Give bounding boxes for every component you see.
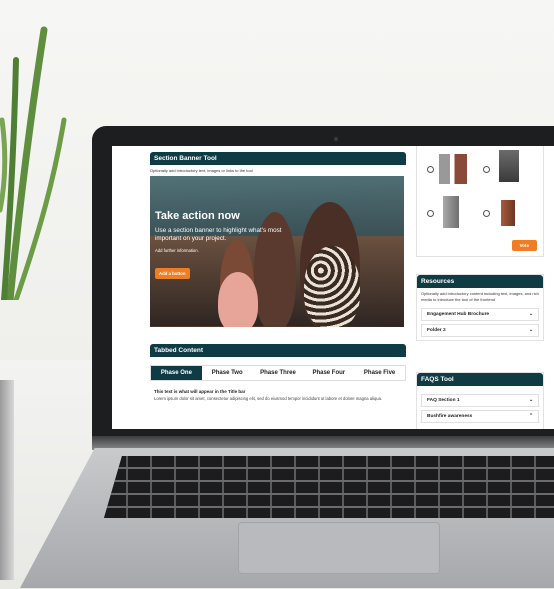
tab-content-title: This text is what will appear in the Tit…: [154, 389, 246, 394]
resources-intro: Optionally add introductory content incl…: [421, 291, 539, 302]
dress-pattern: [304, 246, 360, 327]
section-banner-heading: Section Banner Tool: [150, 152, 406, 165]
keyboard-rows: [104, 456, 554, 518]
left-object: [0, 380, 14, 580]
resources-heading: Resources: [417, 275, 543, 288]
tabbed-heading: Tabbed Content: [150, 344, 406, 357]
shirt-left: [218, 272, 258, 327]
option-radio-4[interactable]: [483, 210, 490, 217]
banner-small-text: Add further information.: [155, 248, 199, 253]
section-banner-panel: Section Banner Tool Optionally add intro…: [150, 152, 406, 327]
vote-button[interactable]: Vote: [511, 240, 537, 251]
chevron-down-icon: ⌄: [528, 311, 533, 317]
faq-item-section-1[interactable]: FAQ Section 1 ⌄: [421, 394, 539, 407]
laptop-hinge: [92, 436, 554, 450]
section-banner-intro: Optionally add introductory text, images…: [150, 168, 253, 173]
resource-item-label: Engagement Hub Brochure: [427, 311, 490, 317]
option-radio-2[interactable]: [483, 166, 490, 173]
banner-title: Take action now: [155, 210, 240, 222]
tab-phase-four[interactable]: Phase Four: [303, 366, 354, 380]
tab-phase-two[interactable]: Phase Two: [202, 366, 253, 380]
faqs-heading: FAQS Tool: [417, 373, 543, 386]
scene: Section Banner Tool Optionally add intro…: [0, 0, 554, 589]
bin-image-1: [439, 154, 467, 184]
voting-panel: Vote: [416, 146, 544, 257]
chevron-down-icon: ⌄: [528, 327, 533, 333]
laptop-screen: Section Banner Tool Optionally add intro…: [112, 146, 554, 429]
tab-phase-three[interactable]: Phase Three: [253, 366, 304, 380]
camera-icon: [334, 137, 338, 141]
banner-image: Take action now Use a section banner to …: [150, 176, 404, 327]
faqs-panel: FAQS Tool FAQ Section 1 ⌄ Bushfire aware…: [416, 372, 544, 429]
trackpad: [238, 522, 440, 574]
chevron-up-icon: ⌃: [528, 414, 533, 419]
bin-image-3: [443, 196, 459, 228]
plant-leaves: [0, 26, 67, 300]
resource-item-folder[interactable]: Folder 2 ⌄: [421, 323, 539, 337]
faq-item-label: FAQ Section 1: [427, 398, 460, 403]
resource-item-label: Folder 2: [427, 327, 446, 333]
banner-text: Use a section banner to highlight what's…: [155, 227, 282, 243]
resources-panel: Resources Optionally add introductory co…: [416, 274, 544, 341]
faq-item-label: Bushfire awareness: [427, 414, 473, 419]
tabbed-content-panel: Tabbed Content Phase One Phase Two Phase…: [150, 344, 406, 402]
tab-bar: Phase One Phase Two Phase Three Phase Fo…: [150, 365, 406, 381]
banner-button[interactable]: Add a button: [155, 268, 190, 279]
option-radio-3[interactable]: [427, 210, 434, 217]
faq-item-bushfire[interactable]: Bushfire awareness ⌃: [421, 410, 539, 423]
option-radio-1[interactable]: [427, 166, 434, 173]
tab-phase-one[interactable]: Phase One: [151, 366, 202, 380]
resource-item-brochure[interactable]: Engagement Hub Brochure ⌄: [421, 307, 539, 321]
tab-phase-five[interactable]: Phase Five: [354, 366, 405, 380]
tab-content-body: Lorem ipsum dolor sit amet, consectetur …: [154, 396, 383, 401]
bin-image-2: [499, 150, 519, 182]
chevron-down-icon: ⌄: [528, 398, 533, 403]
bin-image-4: [501, 200, 515, 226]
